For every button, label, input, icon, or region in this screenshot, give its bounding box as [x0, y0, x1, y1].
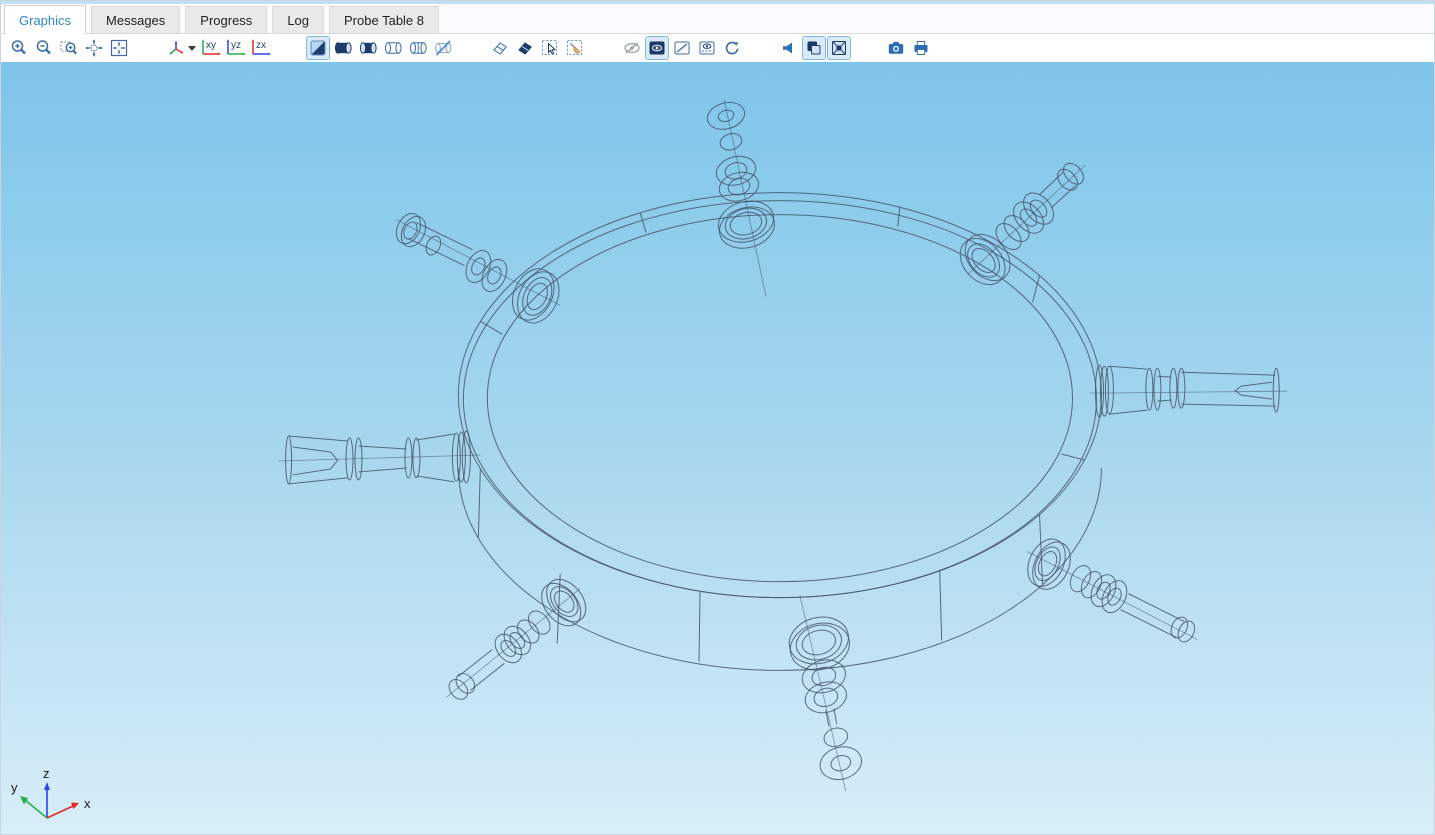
speaker-icon — [780, 39, 798, 57]
port-lower-right — [1020, 533, 1198, 645]
graphics-toolbar: xy yz zx — [1, 34, 1434, 62]
hide-eye-icon — [623, 39, 641, 57]
toolbar-group-visibility — [620, 36, 745, 60]
view-unhidden-button[interactable] — [645, 36, 669, 60]
cylinder-shaded-icon — [359, 39, 378, 57]
select-box-button[interactable] — [538, 36, 562, 60]
view-hidden-transparent-button[interactable] — [695, 36, 719, 60]
cylinder-edges-button[interactable] — [406, 36, 430, 60]
camera-icon — [887, 39, 905, 57]
port-top — [704, 98, 779, 296]
wireframe-rendering-button[interactable] — [306, 36, 330, 60]
zx-view-icon: zx — [248, 37, 274, 59]
hide-objects-button[interactable] — [513, 36, 537, 60]
zoom-extents-button[interactable] — [82, 36, 106, 60]
cylinder-solid-button[interactable] — [331, 36, 355, 60]
hide-objects-icon — [516, 39, 534, 57]
tab-probe-table-8[interactable]: Probe Table 8 — [329, 6, 439, 33]
zoom-out-icon — [35, 39, 53, 57]
view-hidden-button[interactable] — [670, 36, 694, 60]
hide-eye-button[interactable] — [620, 36, 644, 60]
cylinder-disabled-button[interactable] — [431, 36, 455, 60]
xy-view-icon: xy — [198, 37, 224, 59]
cylinder-outline-button[interactable] — [381, 36, 405, 60]
port-lower-left — [445, 572, 593, 703]
tab-messages[interactable]: Messages — [91, 6, 180, 33]
wireframe-rendering-icon — [309, 39, 327, 57]
go-to-yz-view-button[interactable]: yz — [224, 36, 248, 60]
xy-view-label: xy — [206, 40, 216, 51]
tab-graphics[interactable]: Graphics — [4, 5, 86, 34]
print-button[interactable] — [909, 36, 933, 60]
toolbar-group-capture — [884, 36, 934, 60]
view-hidden-transparent-icon — [698, 39, 716, 57]
toolbar-group-hide-select — [488, 36, 588, 60]
port-upper-left — [392, 209, 568, 329]
go-to-default-view-button[interactable] — [164, 36, 198, 60]
default-view-axes-icon — [167, 39, 185, 57]
wireframe-model — [1, 62, 1434, 834]
perspective-projection-button[interactable] — [827, 36, 851, 60]
view-hidden-icon — [673, 39, 691, 57]
zoom-to-selection-icon — [110, 39, 128, 57]
orthographic-projection-button[interactable] — [802, 36, 826, 60]
y-axis-arrow-icon — [20, 796, 28, 805]
tab-progress[interactable]: Progress — [185, 6, 267, 33]
cylinder-disabled-icon — [434, 39, 453, 57]
reset-hiding-icon — [723, 39, 741, 57]
x-axis-label: x — [84, 796, 91, 811]
zoom-out-button[interactable] — [32, 36, 56, 60]
clear-selection-button[interactable] — [563, 36, 587, 60]
zoom-box-button[interactable] — [57, 36, 81, 60]
reset-hiding-button[interactable] — [720, 36, 744, 60]
cylinder-outline-icon — [384, 39, 403, 57]
zoom-in-icon — [10, 39, 28, 57]
click-and-hide-icon — [491, 39, 509, 57]
cylinder-solid-icon — [334, 39, 353, 57]
yz-view-icon: yz — [223, 37, 249, 59]
tab-bar: Graphics Messages Progress Log Probe Tab… — [1, 4, 1434, 34]
yz-view-label: yz — [231, 40, 241, 51]
coordinate-triad: z y x — [7, 762, 99, 828]
port-upper-right — [951, 159, 1087, 293]
z-axis-arrow-icon — [44, 782, 50, 790]
toolbar-group-zoom — [7, 36, 132, 60]
toolbar-group-rendering — [306, 36, 456, 60]
printer-icon — [912, 39, 930, 57]
port-left — [279, 431, 481, 484]
view-dropdown-caret-icon — [188, 46, 196, 51]
z-axis-label: z — [43, 766, 50, 781]
zoom-box-icon — [60, 39, 78, 57]
sound-button[interactable] — [777, 36, 801, 60]
graphics-canvas[interactable]: z y x — [1, 62, 1434, 834]
port-bottom — [784, 596, 865, 791]
go-to-xy-view-button[interactable]: xy — [199, 36, 223, 60]
zoom-to-selection-button[interactable] — [107, 36, 131, 60]
clear-selection-icon — [566, 39, 584, 57]
tab-log[interactable]: Log — [272, 6, 324, 33]
zx-view-label: zx — [256, 40, 266, 51]
toolbar-group-view: xy yz zx — [164, 36, 274, 60]
select-box-icon — [541, 39, 559, 57]
orthographic-projection-icon — [805, 39, 823, 57]
graphics-window: { "tabs": { "items": [ {"label":"Graphic… — [0, 0, 1435, 835]
perspective-projection-icon — [830, 39, 848, 57]
click-and-hide-button[interactable] — [488, 36, 512, 60]
image-snapshot-button[interactable] — [884, 36, 908, 60]
cylinder-edges-icon — [409, 39, 428, 57]
go-to-zx-view-button[interactable]: zx — [249, 36, 273, 60]
port-right — [1089, 365, 1287, 417]
toolbar-group-scene — [777, 36, 852, 60]
zoom-in-button[interactable] — [7, 36, 31, 60]
y-axis-label: y — [11, 780, 18, 795]
cylinder-shaded-button[interactable] — [356, 36, 380, 60]
view-unhidden-icon — [648, 39, 666, 57]
zoom-extents-icon — [85, 39, 103, 57]
